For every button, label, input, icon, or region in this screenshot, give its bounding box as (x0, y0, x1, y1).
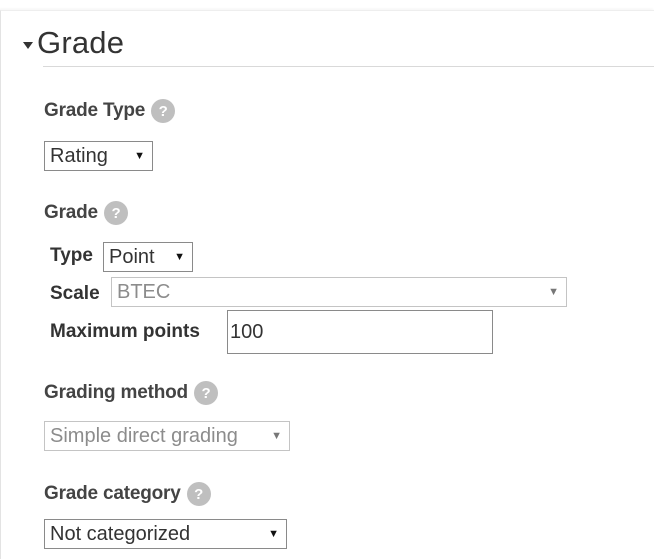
grade-category-label: Grade category ? (44, 482, 211, 506)
grading-method-label: Grading method ? (44, 381, 218, 405)
grade-label: Grade ? (44, 201, 128, 225)
grading-method-help-icon[interactable]: ? (193, 381, 218, 405)
grade-scale-value: BTEC (117, 280, 171, 303)
grading-method-dropdown-arrow-icon: ▼ (271, 430, 282, 442)
section-divider (43, 66, 654, 67)
grading-method-label-text: Grading method (44, 382, 188, 403)
grade-category-select[interactable]: Not categorized ▼ (44, 519, 287, 549)
grade-category-value: Not categorized (50, 522, 191, 545)
grade-label-text: Grade (44, 202, 98, 223)
collapse-caret-icon[interactable] (23, 41, 33, 49)
grade-type-value: Rating (50, 144, 108, 167)
grade-fieldset: Grade Grade Type ? Rating ▼ Grade ? Type… (0, 10, 654, 559)
grade-scale-label: Scale (50, 283, 100, 304)
grade-type-sub-label: Type (50, 245, 93, 266)
grade-point-type-value: Point (109, 245, 155, 268)
grade-type-dropdown-arrow-icon: ▼ (134, 150, 145, 162)
max-points-input[interactable]: 100 (227, 310, 493, 354)
grade-point-type-select[interactable]: Point ▼ (103, 242, 193, 272)
grade-type-label: Grade Type ? (44, 99, 176, 123)
grade-category-label-text: Grade category (44, 483, 181, 504)
grading-method-select[interactable]: Simple direct grading ▼ (44, 421, 290, 451)
max-points-value: 100 (230, 320, 264, 343)
grade-type-label-text: Grade Type (44, 100, 146, 121)
max-points-label: Maximum points (50, 321, 200, 342)
section-title[interactable]: Grade (37, 25, 124, 61)
section-legend[interactable]: Grade (23, 25, 124, 61)
grade-help-icon[interactable]: ? (103, 201, 128, 225)
grade-category-help-icon[interactable]: ? (186, 482, 211, 506)
grade-scale-select[interactable]: BTEC ▼ (111, 277, 567, 307)
grading-method-value: Simple direct grading (50, 424, 238, 447)
grade-point-type-dropdown-arrow-icon: ▼ (174, 251, 185, 263)
grade-category-dropdown-arrow-icon: ▼ (268, 528, 279, 540)
grade-type-select[interactable]: Rating ▼ (44, 141, 153, 171)
grade-type-help-icon[interactable]: ? (151, 99, 176, 123)
grade-scale-dropdown-arrow-icon: ▼ (548, 286, 559, 298)
